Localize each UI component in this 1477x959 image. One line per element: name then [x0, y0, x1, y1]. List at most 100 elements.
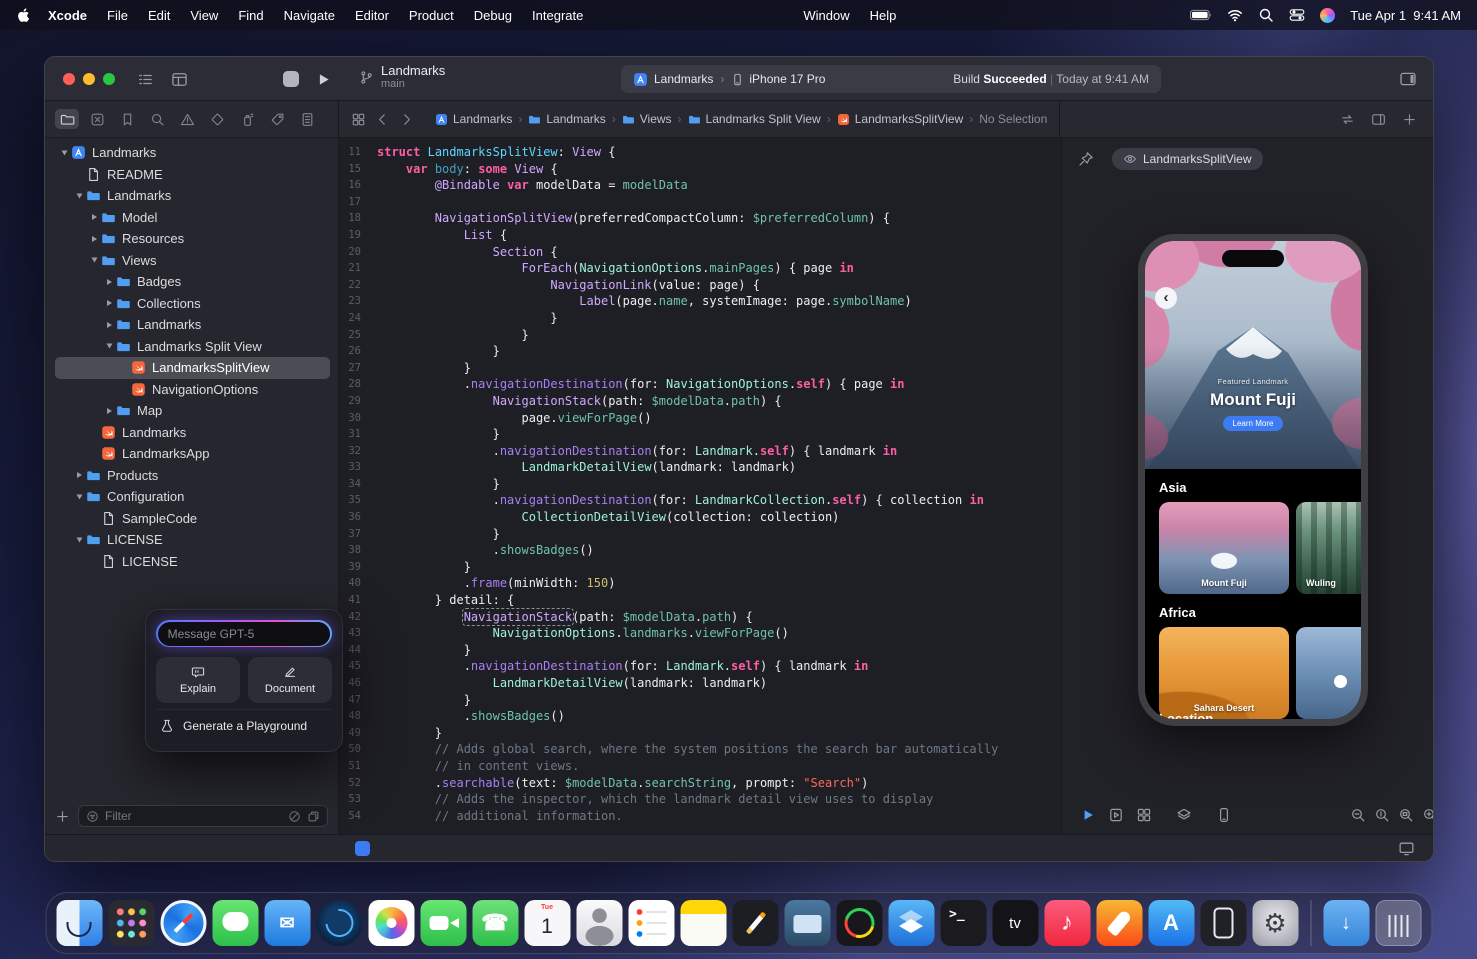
- code-line[interactable]: 41 } detail: {: [339, 592, 1061, 609]
- generate-playground-button[interactable]: Generate a Playground: [156, 709, 332, 741]
- dock-finder-icon[interactable]: [56, 900, 102, 946]
- code-line[interactable]: 21 ForEach(NavigationOptions.mainPages) …: [339, 260, 1061, 277]
- code-line[interactable]: 30 page.viewForPage(): [339, 410, 1061, 427]
- tree-item-views[interactable]: Views: [55, 250, 330, 272]
- navigator-tab-diamond[interactable]: [205, 109, 229, 129]
- navigator-toggle-icon[interactable]: [137, 71, 154, 88]
- wifi-icon[interactable]: [1227, 7, 1243, 23]
- menu-window[interactable]: Window: [793, 8, 859, 23]
- apple-menu-icon[interactable]: [16, 7, 32, 23]
- dock-rocket-icon[interactable]: [1096, 900, 1142, 946]
- code-line[interactable]: 18 NavigationSplitView(preferredCompactC…: [339, 210, 1061, 227]
- disclosure-icon[interactable]: [102, 343, 116, 349]
- run-button[interactable]: [315, 71, 332, 88]
- dock-settings-icon[interactable]: ⚙: [1252, 900, 1298, 946]
- menu-debug[interactable]: Debug: [464, 8, 522, 23]
- tree-item-landmarks[interactable]: Landmarks: [55, 314, 330, 336]
- code-line[interactable]: 20 Section {: [339, 244, 1061, 261]
- back-icon[interactable]: [375, 112, 390, 127]
- code-line[interactable]: 33 LandmarkDetailView(landmark: landmark…: [339, 459, 1061, 476]
- dock-music-icon[interactable]: ♪: [1044, 900, 1090, 946]
- document-button[interactable]: Document: [248, 657, 332, 703]
- code-line[interactable]: 45 .navigationDestination(for: Landmark.…: [339, 658, 1061, 675]
- disclosure-icon[interactable]: [102, 322, 116, 328]
- zoom-button[interactable]: [103, 73, 115, 85]
- breadcrumb-landmarks[interactable]: Landmarks: [435, 112, 512, 126]
- code-line[interactable]: 51 // in content views.: [339, 758, 1061, 775]
- code-line[interactable]: 17: [339, 194, 1061, 211]
- dock-mail-icon[interactable]: ✉: [264, 900, 310, 946]
- tree-item-map[interactable]: Map: [55, 400, 330, 422]
- code-line[interactable]: 44 }: [339, 642, 1061, 659]
- phoneic-icon[interactable]: [1216, 807, 1232, 823]
- disclosure-icon[interactable]: [72, 537, 86, 543]
- breadcrumb-views[interactable]: Views: [622, 112, 672, 126]
- code-line[interactable]: 46 LandmarkDetailView(landmark: landmark…: [339, 675, 1061, 692]
- add-file-icon[interactable]: [55, 809, 70, 824]
- menubar-clock[interactable]: Tue Apr 1 9:41 AM: [1350, 8, 1461, 23]
- menu-editor[interactable]: Editor: [345, 8, 399, 23]
- control-center-icon[interactable]: [1289, 7, 1305, 23]
- scheme-selector[interactable]: Landmarks › iPhone 17 Pro Build Succeede…: [621, 65, 1161, 93]
- menu-product[interactable]: Product: [399, 8, 464, 23]
- tree-item-samplecode[interactable]: SampleCode: [55, 508, 330, 530]
- tree-item-navigationoptions[interactable]: NavigationOptions: [55, 379, 330, 401]
- dock-gauge-icon[interactable]: [836, 900, 882, 946]
- tree-item-configuration[interactable]: Configuration: [55, 486, 330, 508]
- menu-help[interactable]: Help: [860, 8, 907, 23]
- navigator-tab-search[interactable]: [145, 109, 169, 129]
- tree-item-license[interactable]: LICENSE: [55, 529, 330, 551]
- dock-notes-icon[interactable]: [680, 900, 726, 946]
- preview-target-pill[interactable]: LandmarksSplitView: [1112, 148, 1263, 170]
- dock-appstore-icon[interactable]: A: [1148, 900, 1194, 946]
- related-items-icon[interactable]: [351, 112, 366, 127]
- navigator-tab-bookmark[interactable]: [115, 109, 139, 129]
- navigator-tab-folderO[interactable]: [55, 109, 79, 129]
- dock-photos-icon[interactable]: [368, 900, 414, 946]
- navigator-tab-report[interactable]: [295, 109, 319, 129]
- code-line[interactable]: 26 }: [339, 343, 1061, 360]
- navigator-tab-tag[interactable]: [265, 109, 289, 129]
- preview-card-wuling[interactable]: Wuling: [1296, 502, 1361, 594]
- code-line[interactable]: 47 }: [339, 692, 1061, 709]
- code-line[interactable]: 23 Label(page.name, systemImage: page.sy…: [339, 293, 1061, 310]
- code-line[interactable]: 48 .showsBadges(): [339, 708, 1061, 725]
- display-icon[interactable]: [1398, 840, 1415, 857]
- dock-trash-icon[interactable]: [1375, 900, 1421, 946]
- disclosure-icon[interactable]: [102, 300, 116, 306]
- dock-terminal-icon[interactable]: >_: [940, 900, 986, 946]
- tree-item-products[interactable]: Products: [55, 465, 330, 487]
- code-line[interactable]: 53 // Adds the inspector, which the land…: [339, 791, 1061, 808]
- siri-icon[interactable]: [1320, 8, 1335, 23]
- disclosure-icon[interactable]: [87, 214, 101, 220]
- add-editor-icon[interactable]: [1402, 112, 1417, 127]
- tree-item-landmarks[interactable]: Landmarks: [55, 422, 330, 444]
- code-line[interactable]: 22 NavigationLink(value: page) {: [339, 277, 1061, 294]
- code-line[interactable]: 36 CollectionDetailView(collection: coll…: [339, 509, 1061, 526]
- sync-editing-icon[interactable]: [1340, 112, 1355, 127]
- code-line[interactable]: 34 }: [339, 476, 1061, 493]
- dock-launchpad-icon[interactable]: [108, 900, 154, 946]
- code-line[interactable]: 39 }: [339, 559, 1061, 576]
- explain-button[interactable]: Explain: [156, 657, 240, 703]
- pin-preview-icon[interactable]: [1078, 151, 1094, 167]
- play-icon[interactable]: [1080, 807, 1096, 823]
- zoomfit-icon[interactable]: [1398, 807, 1414, 823]
- close-button[interactable]: [63, 73, 75, 85]
- tree-item-landmarksapp[interactable]: LandmarksApp: [55, 443, 330, 465]
- grid-icon[interactable]: [1136, 807, 1152, 823]
- dock-downloads-icon[interactable]: ↓: [1323, 900, 1369, 946]
- menu-edit[interactable]: Edit: [138, 8, 180, 23]
- code-line[interactable]: 24 }: [339, 310, 1061, 327]
- code-editor[interactable]: 11struct LandmarksSplitView: View {15 va…: [339, 138, 1061, 834]
- editor-layout-icon[interactable]: [171, 71, 188, 88]
- code-line[interactable]: 28 .navigationDestination(for: Navigatio…: [339, 376, 1061, 393]
- tree-item-resources[interactable]: Resources: [55, 228, 330, 250]
- assistant-indicator-icon[interactable]: [355, 841, 370, 856]
- breadcrumb-no-selection[interactable]: No Selection: [979, 112, 1047, 126]
- code-line[interactable]: 29 NavigationStack(path: $modelData.path…: [339, 393, 1061, 410]
- canvas-panel-icon[interactable]: [1371, 112, 1386, 127]
- dock-calendar-icon[interactable]: Tue1: [524, 900, 570, 946]
- forward-icon[interactable]: [399, 112, 414, 127]
- menu-file[interactable]: File: [97, 8, 138, 23]
